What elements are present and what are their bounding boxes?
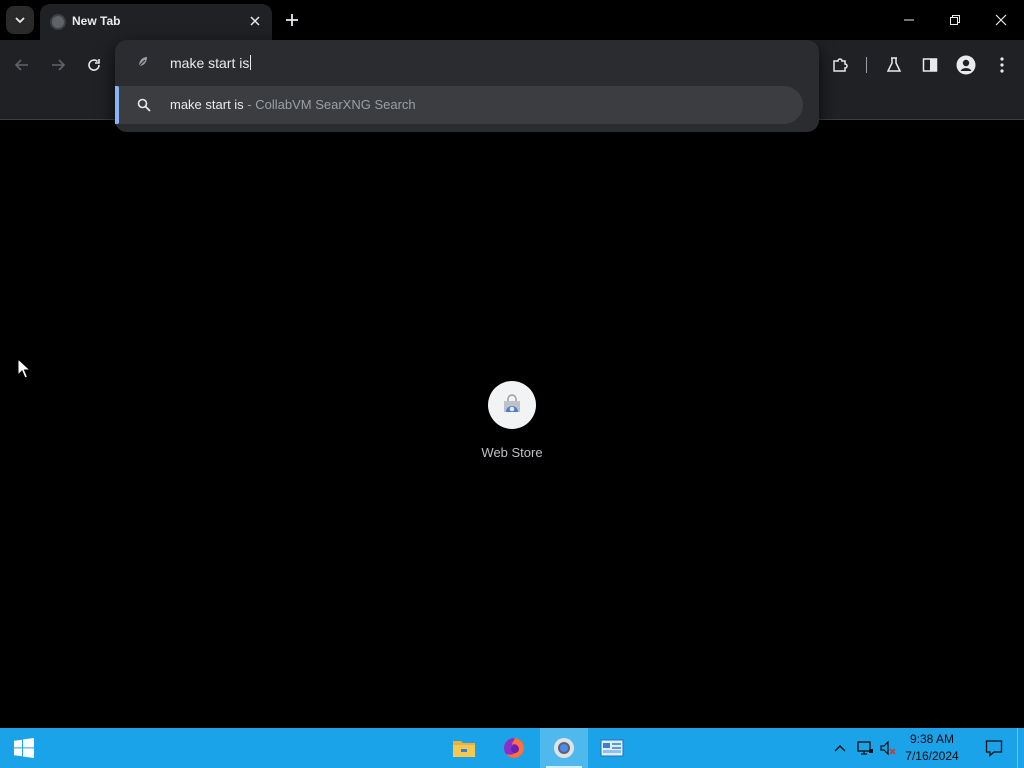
start-button[interactable]	[0, 728, 48, 768]
avatar-icon	[956, 55, 976, 75]
flask-icon	[886, 57, 902, 72]
tab-strip: New Tab	[0, 0, 1024, 40]
action-center-button[interactable]	[974, 728, 1014, 768]
extensions-button[interactable]	[826, 51, 854, 79]
tab-search-button[interactable]	[6, 6, 34, 34]
profile-button[interactable]	[952, 51, 980, 79]
menu-button[interactable]	[988, 51, 1016, 79]
reload-button[interactable]	[80, 51, 108, 79]
toolbar-divider	[866, 57, 867, 73]
volume-muted-icon	[880, 740, 896, 756]
clock-date: 7/16/2024	[905, 749, 959, 763]
selection-indicator	[115, 86, 119, 124]
new-tab-button[interactable]	[280, 8, 304, 32]
taskbar-chrome[interactable]	[540, 728, 588, 768]
minimize-button[interactable]	[886, 0, 932, 40]
restore-icon	[950, 15, 960, 25]
reload-icon	[88, 59, 100, 71]
taskbar-firefox[interactable]	[490, 728, 538, 768]
suggestion-query: make start is	[170, 97, 244, 112]
mouse-cursor-icon	[17, 358, 31, 379]
taskbar-clock[interactable]: 9:38 AM 7/16/2024	[900, 731, 964, 765]
tab-new-tab[interactable]: New Tab	[40, 4, 272, 40]
back-button[interactable]	[8, 51, 36, 79]
show-desktop-button[interactable]	[1017, 728, 1024, 768]
chrome-icon	[554, 738, 574, 758]
notification-icon	[985, 740, 1003, 757]
network-icon	[857, 741, 873, 755]
address-bar[interactable]: make start is	[115, 40, 819, 85]
address-input[interactable]: make start is	[170, 55, 249, 71]
tab-close-button[interactable]	[245, 11, 265, 31]
suggestion-separator: -	[243, 97, 256, 112]
shortcut-label: Web Store	[481, 445, 543, 460]
omnibox-suggestion[interactable]: make start is - CollabVM SearXNG Search	[115, 86, 803, 124]
chevron-down-icon	[15, 17, 25, 24]
desktop-screen: New Tab make start is make start is - Co…	[0, 0, 1024, 768]
firefox-icon	[504, 738, 524, 758]
web-store-icon	[504, 394, 520, 412]
arrow-left-icon	[14, 59, 28, 71]
shortcut-icon-circle	[488, 381, 536, 429]
arrow-right-icon	[52, 59, 66, 71]
tab-title: New Tab	[72, 14, 121, 28]
omnibox-popup: make start is make start is - CollabVM S…	[115, 40, 819, 132]
tab-favicon-icon	[50, 14, 66, 30]
side-panel-icon	[922, 58, 938, 72]
taskbar: 9:38 AM 7/16/2024	[0, 728, 1024, 768]
suggestion-engine: CollabVM SearXNG Search	[255, 97, 416, 112]
taskbar-file-explorer[interactable]	[440, 728, 488, 768]
control-panel-icon	[600, 739, 624, 757]
show-hidden-icons-button[interactable]	[830, 738, 850, 758]
text-caret	[250, 55, 252, 70]
volume-button[interactable]	[878, 738, 898, 758]
searxng-leaf-icon	[138, 57, 147, 67]
labs-button[interactable]	[880, 51, 908, 79]
forward-button[interactable]	[44, 51, 72, 79]
kebab-menu-icon	[1000, 57, 1004, 73]
clock-time: 9:38 AM	[909, 732, 955, 746]
restore-button[interactable]	[932, 0, 978, 40]
close-window-button[interactable]	[978, 0, 1024, 40]
chevron-up-icon	[834, 745, 846, 752]
taskbar-control-panel[interactable]	[588, 728, 636, 768]
side-panel-button[interactable]	[916, 51, 944, 79]
plus-icon	[286, 14, 298, 26]
puzzle-icon	[833, 58, 848, 72]
shortcut-web-store[interactable]: Web Store	[472, 380, 552, 470]
network-button[interactable]	[855, 738, 875, 758]
windows-logo-icon	[14, 738, 34, 758]
search-icon	[137, 98, 151, 112]
minimize-icon	[904, 19, 914, 21]
close-icon	[250, 16, 260, 26]
close-icon	[995, 14, 1007, 26]
folder-icon	[453, 741, 475, 757]
